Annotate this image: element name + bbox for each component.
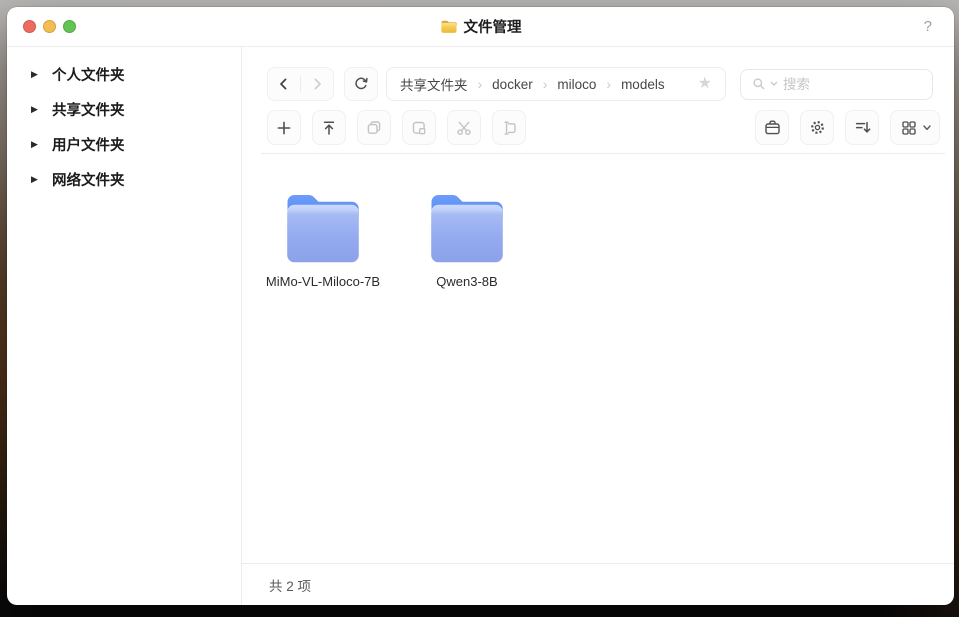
refresh-button[interactable] (344, 67, 378, 101)
main-panel: 共享文件夹 › docker › miloco › models ★ (242, 47, 954, 605)
back-button[interactable] (268, 68, 300, 100)
search-input[interactable] (781, 76, 922, 93)
upload-icon (320, 119, 338, 137)
grid-view-icon (900, 119, 918, 137)
view-tools-group (755, 110, 940, 145)
sidebar-item-label: 个人文件夹 (52, 64, 125, 85)
toolbox-button[interactable] (755, 110, 789, 145)
breadcrumb-item-shared-folder[interactable]: 共享文件夹 (400, 74, 468, 94)
sidebar-item-label: 用户文件夹 (52, 134, 125, 155)
chevron-down-icon (923, 125, 931, 131)
sidebar-item-user-folder[interactable]: ▶ 用户文件夹 (7, 127, 241, 162)
favorite-star-icon[interactable]: ★ (698, 76, 712, 92)
search-icon (751, 76, 767, 92)
history-button-group (267, 67, 334, 101)
settings-gear-icon (808, 118, 827, 137)
file-grid: MiMo-VL-Miloco-7B Qwen3-8B (242, 154, 954, 563)
copy-button[interactable] (357, 110, 391, 145)
breadcrumb-item-docker[interactable]: docker (492, 77, 533, 92)
traffic-lights (23, 7, 76, 46)
paste-button[interactable] (402, 110, 436, 145)
sidebar-item-shared-folder[interactable]: ▶ 共享文件夹 (7, 92, 241, 127)
chevron-right-icon: ▶ (31, 70, 41, 79)
chevron-right-icon (308, 75, 326, 93)
breadcrumb-item-models[interactable]: models (621, 77, 665, 92)
item-count-text: 共 2 项 (269, 575, 311, 595)
rename-icon (500, 119, 518, 137)
toolbar (267, 110, 940, 145)
breadcrumb: 共享文件夹 › docker › miloco › models ★ (386, 67, 726, 101)
forward-button[interactable] (301, 68, 333, 100)
rename-button[interactable] (492, 110, 526, 145)
refresh-icon (352, 75, 370, 93)
breadcrumb-item-miloco[interactable]: miloco (557, 77, 596, 92)
cut-scissors-icon (455, 119, 473, 137)
blue-folder-icon (284, 189, 362, 267)
help-button[interactable]: ? (924, 7, 932, 46)
sidebar-item-personal-folder[interactable]: ▶ 个人文件夹 (7, 57, 241, 92)
sort-button[interactable] (845, 110, 879, 145)
navigation-row: 共享文件夹 › docker › miloco › models ★ (267, 67, 933, 101)
folder-name-label: Qwen3-8B (436, 274, 497, 289)
status-bar: 共 2 项 (242, 563, 954, 605)
paste-icon (410, 119, 428, 137)
copy-icon (365, 119, 383, 137)
search-scope-caret-icon[interactable] (770, 81, 778, 87)
toolbox-icon (763, 118, 782, 137)
folder-name-label: MiMo-VL-Miloco-7B (266, 274, 380, 289)
sidebar-item-label: 共享文件夹 (52, 99, 125, 120)
blue-folder-icon (428, 189, 506, 267)
search-box (740, 69, 933, 100)
breadcrumb-separator: › (543, 76, 548, 92)
upload-button[interactable] (312, 110, 346, 145)
chevron-left-icon (275, 75, 293, 93)
sidebar-item-network-folder[interactable]: ▶ 网络文件夹 (7, 162, 241, 197)
window-title-text: 文件管理 (464, 16, 522, 37)
breadcrumb-separator: › (606, 76, 611, 92)
maximize-button[interactable] (63, 20, 76, 33)
folder-item-qwen3-8b[interactable]: Qwen3-8B (395, 189, 539, 289)
cut-button[interactable] (447, 110, 481, 145)
folder-item-mimo-vl-miloco-7b[interactable]: MiMo-VL-Miloco-7B (251, 189, 395, 289)
plus-icon (275, 119, 293, 137)
yellow-folder-icon (440, 19, 457, 34)
chevron-right-icon: ▶ (31, 105, 41, 114)
sort-icon (853, 118, 872, 137)
titlebar: 文件管理 ? (7, 7, 954, 47)
settings-button[interactable] (800, 110, 834, 145)
chevron-right-icon: ▶ (31, 175, 41, 184)
new-item-button[interactable] (267, 110, 301, 145)
chevron-right-icon: ▶ (31, 140, 41, 149)
sidebar: ▶ 个人文件夹 ▶ 共享文件夹 ▶ 用户文件夹 ▶ 网络文件夹 (7, 47, 242, 605)
file-manager-window: 文件管理 ? ▶ 个人文件夹 ▶ 共享文件夹 ▶ 用户文件夹 ▶ 网络文件夹 (7, 7, 954, 605)
window-title: 文件管理 (440, 16, 522, 37)
view-mode-button[interactable] (890, 110, 940, 145)
breadcrumb-separator: › (478, 76, 483, 92)
sidebar-item-label: 网络文件夹 (52, 169, 125, 190)
minimize-button[interactable] (43, 20, 56, 33)
close-button[interactable] (23, 20, 36, 33)
